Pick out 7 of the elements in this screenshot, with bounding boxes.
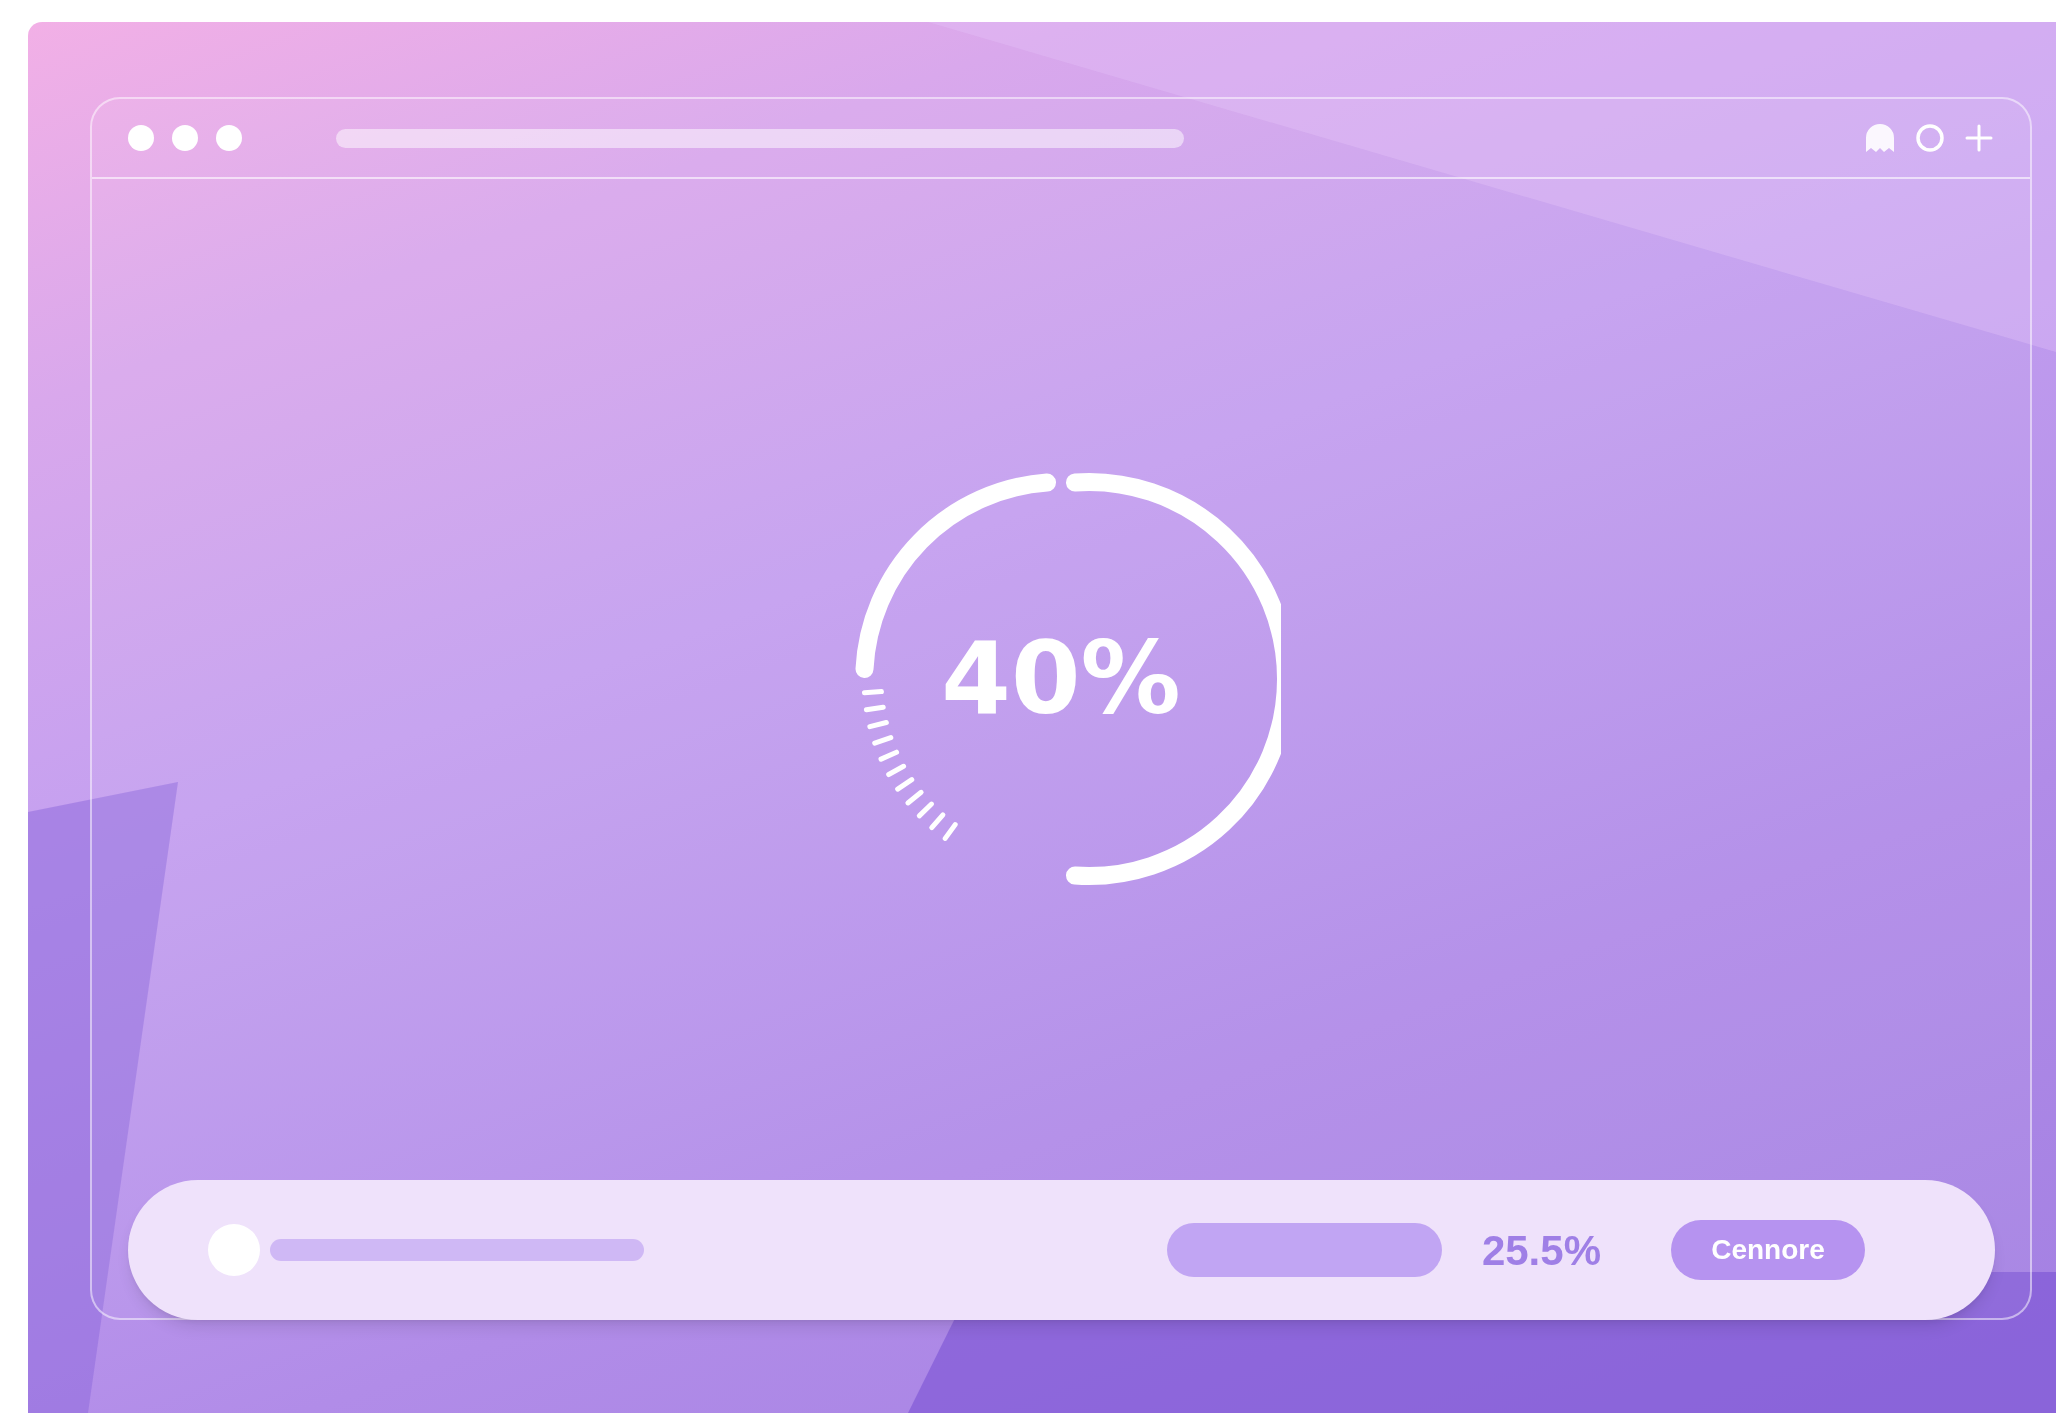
address-bar[interactable] [336, 128, 1184, 148]
percent-reading: 25.5% [1481, 1225, 1601, 1276]
circle-icon[interactable] [1914, 122, 1946, 154]
blob-icon[interactable] [1864, 122, 1896, 154]
progress-percent: 40% [941, 629, 1181, 729]
plus-icon[interactable] [1964, 123, 1994, 153]
action-button[interactable]: Cennore [1671, 1220, 1865, 1280]
